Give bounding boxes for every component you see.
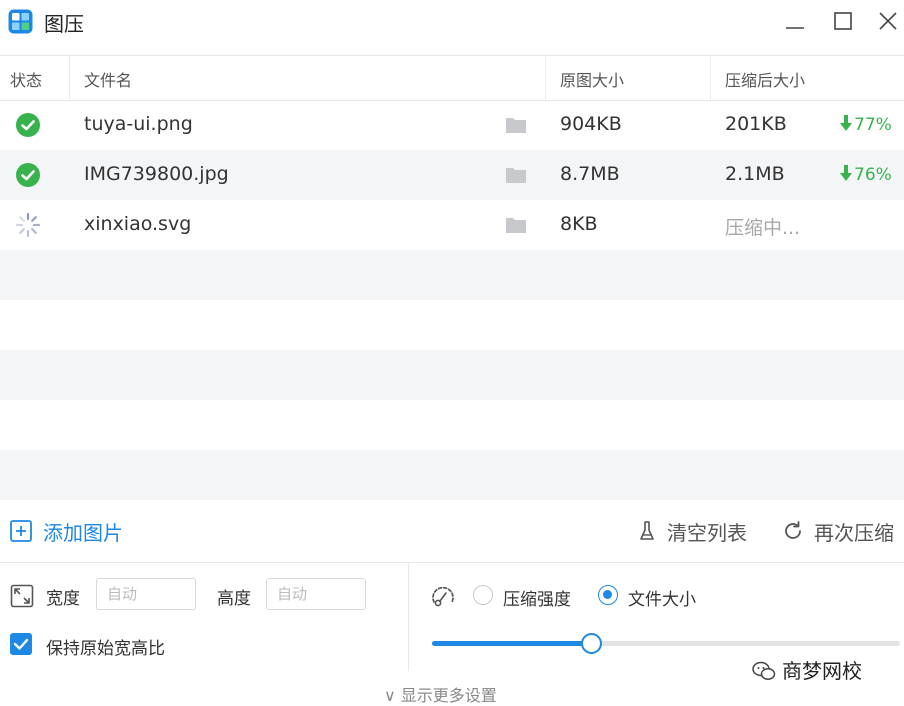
settings-divider	[408, 563, 409, 671]
compressed-size: 201KB	[725, 113, 787, 135]
table-header: 状态 文件名 原图大小 压缩后大小	[0, 55, 904, 101]
compressing-status: 压缩中...	[725, 217, 801, 239]
header-status: 状态	[10, 71, 43, 90]
file-name: IMG739800.jpg	[84, 163, 229, 185]
keep-ratio-checkbox[interactable]	[10, 633, 32, 655]
folder-icon[interactable]	[505, 215, 527, 235]
empty-row	[0, 300, 904, 350]
watermark: 商梦网校	[752, 655, 862, 684]
compressed-size: 2.1MB	[725, 163, 785, 185]
reduction-badge: 76%	[838, 164, 892, 185]
close-button[interactable]	[873, 6, 903, 36]
spinner-icon	[15, 212, 41, 238]
arrow-down-icon	[840, 115, 852, 131]
original-size: 904KB	[560, 113, 622, 135]
compression-slider[interactable]	[432, 633, 900, 654]
app-title: 图压	[44, 12, 84, 36]
app-icon	[8, 9, 33, 34]
slider-fill	[432, 641, 592, 646]
keep-ratio-label: 保持原始宽高比	[46, 639, 165, 659]
height-label: 高度	[217, 589, 251, 609]
plus-square-icon	[10, 520, 32, 542]
check-circle-icon	[16, 163, 40, 187]
mode-strength-label: 压缩强度	[503, 590, 571, 610]
header-original-size: 原图大小	[560, 71, 625, 90]
column-divider	[69, 56, 70, 100]
clear-list-label: 清空列表	[667, 521, 747, 545]
title-bar: 图压	[0, 0, 904, 44]
empty-row	[0, 250, 904, 300]
reduction-percent: 76%	[854, 165, 892, 185]
column-divider	[545, 56, 546, 100]
reduction-badge: 77%	[838, 114, 892, 135]
arrow-down-icon	[840, 165, 852, 181]
recompress-label: 再次压缩	[814, 521, 894, 545]
empty-row	[0, 450, 904, 500]
file-name: xinxiao.svg	[84, 213, 192, 235]
column-divider	[710, 56, 711, 100]
add-image-label: 添加图片	[43, 521, 123, 545]
close-icon	[879, 12, 897, 30]
table-row[interactable]: tuya-ui.png 904KB 201KB 77%	[0, 100, 904, 150]
action-bar: 添加图片 清空列表 再次压缩	[0, 500, 904, 563]
reduction-percent: 77%	[854, 115, 892, 135]
original-size: 8KB	[560, 213, 598, 235]
header-compressed-size: 压缩后大小	[725, 71, 806, 90]
wechat-icon	[752, 661, 776, 680]
width-input[interactable]	[96, 578, 196, 610]
mode-strength-radio[interactable]	[473, 585, 493, 605]
gauge-icon	[432, 586, 454, 607]
resize-icon	[10, 584, 34, 608]
header-filename: 文件名	[84, 71, 133, 90]
minimize-icon	[786, 27, 804, 29]
width-label: 宽度	[46, 589, 80, 609]
minimize-button[interactable]	[780, 6, 810, 36]
file-list: tuya-ui.png 904KB 201KB 77% IMG739800.jp…	[0, 100, 904, 500]
mode-size-radio[interactable]	[598, 585, 618, 605]
folder-icon[interactable]	[505, 115, 527, 135]
height-input[interactable]	[266, 578, 366, 610]
maximize-icon	[834, 12, 852, 30]
folder-icon[interactable]	[505, 165, 527, 185]
maximize-button[interactable]	[828, 6, 858, 36]
empty-row	[0, 400, 904, 450]
table-row[interactable]: IMG739800.jpg 8.7MB 2.1MB 76%	[0, 150, 904, 200]
checkmark-icon	[13, 638, 29, 650]
mode-size-label: 文件大小	[628, 590, 696, 610]
broom-icon	[640, 521, 654, 540]
slider-thumb[interactable]	[581, 633, 603, 654]
file-name: tuya-ui.png	[84, 113, 193, 135]
original-size: 8.7MB	[560, 163, 620, 185]
check-circle-icon	[16, 113, 40, 137]
watermark-text: 商梦网校	[782, 659, 862, 683]
show-more-settings-toggle[interactable]: ∨ 显示更多设置	[384, 682, 497, 706]
empty-row	[0, 350, 904, 400]
refresh-icon	[785, 521, 801, 539]
table-row[interactable]: xinxiao.svg 8KB 压缩中...	[0, 200, 904, 250]
